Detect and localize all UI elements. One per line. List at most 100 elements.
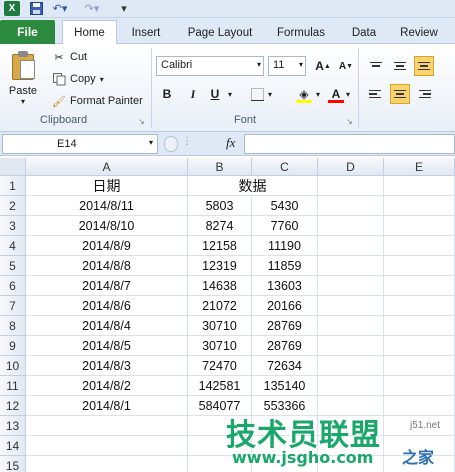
- column-header-c[interactable]: C: [252, 158, 318, 176]
- cell-d4[interactable]: [318, 236, 384, 256]
- cell-c3[interactable]: 7760: [252, 216, 318, 236]
- row-header-9[interactable]: 9: [0, 336, 26, 356]
- cell-e10[interactable]: [384, 356, 455, 376]
- cell-a1[interactable]: 日期: [26, 176, 188, 196]
- font-launcher-icon[interactable]: ↘: [346, 117, 353, 126]
- cell-e5[interactable]: [384, 256, 455, 276]
- cell-e6[interactable]: [384, 276, 455, 296]
- tab-data[interactable]: Data: [344, 22, 384, 44]
- redo-icon[interactable]: ↷▾: [84, 1, 100, 16]
- cell-b10[interactable]: 72470: [188, 356, 252, 376]
- row-header-15[interactable]: 15: [0, 456, 26, 472]
- cell-c7[interactable]: 20166: [252, 296, 318, 316]
- row-header-7[interactable]: 7: [0, 296, 26, 316]
- align-top-icon[interactable]: [366, 56, 386, 76]
- row-header-12[interactable]: 12: [0, 396, 26, 416]
- name-box[interactable]: E14 ▾: [2, 134, 158, 154]
- cell-d8[interactable]: [318, 316, 384, 336]
- cell-d5[interactable]: [318, 256, 384, 276]
- tab-page-layout[interactable]: Page Layout: [182, 22, 258, 44]
- cell-c2[interactable]: 5430: [252, 196, 318, 216]
- font-color-button[interactable]: A: [326, 84, 346, 104]
- cell-b2[interactable]: 5803: [188, 196, 252, 216]
- row-header-13[interactable]: 13: [0, 416, 26, 436]
- column-header-e[interactable]: E: [384, 158, 455, 176]
- row-header-6[interactable]: 6: [0, 276, 26, 296]
- row-header-11[interactable]: 11: [0, 376, 26, 396]
- copy-dropdown-icon[interactable]: ▾: [100, 75, 104, 84]
- cell-e9[interactable]: [384, 336, 455, 356]
- insert-function-button[interactable]: fx: [226, 135, 235, 151]
- tab-file[interactable]: File: [0, 20, 55, 44]
- underline-dropdown-icon[interactable]: ▾: [226, 84, 234, 104]
- underline-button[interactable]: U: [206, 84, 224, 104]
- fill-color-dropdown-icon[interactable]: ▾: [314, 84, 322, 104]
- italic-button[interactable]: I: [184, 84, 202, 104]
- cut-button[interactable]: ✂ Cut: [52, 48, 87, 66]
- cell-b3[interactable]: 8274: [188, 216, 252, 236]
- cell-a2[interactable]: 2014/8/11: [26, 196, 188, 216]
- cell-e3[interactable]: [384, 216, 455, 236]
- column-header-a[interactable]: A: [26, 158, 188, 176]
- tab-review[interactable]: Review: [394, 22, 444, 44]
- row-header-2[interactable]: 2: [0, 196, 26, 216]
- cell-e8[interactable]: [384, 316, 455, 336]
- borders-dropdown-icon[interactable]: ▾: [266, 84, 274, 104]
- cell-c4[interactable]: 11190: [252, 236, 318, 256]
- cell-c10[interactable]: 72634: [252, 356, 318, 376]
- column-header-d[interactable]: D: [318, 158, 384, 176]
- align-right-icon[interactable]: [414, 84, 434, 104]
- row-header-14[interactable]: 14: [0, 436, 26, 456]
- customize-toolbar-icon[interactable]: ▾: [116, 1, 132, 16]
- cell-a10[interactable]: 2014/8/3: [26, 356, 188, 376]
- cell-a15[interactable]: [26, 456, 188, 472]
- fill-color-icon[interactable]: ◈: [294, 84, 314, 104]
- tab-insert[interactable]: Insert: [124, 22, 168, 44]
- cell-c5[interactable]: 11859: [252, 256, 318, 276]
- cell-a7[interactable]: 2014/8/6: [26, 296, 188, 316]
- cell-d9[interactable]: [318, 336, 384, 356]
- decrease-font-size-icon[interactable]: A ▼: [336, 56, 356, 76]
- cell-d7[interactable]: [318, 296, 384, 316]
- cell-b6[interactable]: 14638: [188, 276, 252, 296]
- cell-c9[interactable]: 28769: [252, 336, 318, 356]
- row-header-4[interactable]: 4: [0, 236, 26, 256]
- paste-dropdown-icon[interactable]: ▾: [21, 97, 25, 106]
- format-painter-button[interactable]: 🖌 Format Painter: [52, 92, 143, 110]
- cell-e11[interactable]: [384, 376, 455, 396]
- select-all-corner[interactable]: [0, 158, 26, 176]
- cell-a12[interactable]: 2014/8/1: [26, 396, 188, 416]
- cell-a8[interactable]: 2014/8/4: [26, 316, 188, 336]
- name-box-dropdown-icon[interactable]: ▾: [149, 138, 153, 147]
- cell-a4[interactable]: 2014/8/9: [26, 236, 188, 256]
- align-center-icon[interactable]: [390, 84, 410, 104]
- cell-b4[interactable]: 12158: [188, 236, 252, 256]
- save-icon[interactable]: [28, 1, 44, 16]
- bold-button[interactable]: B: [158, 84, 176, 104]
- paste-button[interactable]: Paste ▾: [4, 48, 42, 106]
- align-bottom-icon[interactable]: [414, 56, 434, 76]
- increase-font-size-icon[interactable]: A ▲: [313, 56, 333, 76]
- cell-a11[interactable]: 2014/8/2: [26, 376, 188, 396]
- font-color-dropdown-icon[interactable]: ▾: [344, 84, 352, 104]
- cell-c8[interactable]: 28769: [252, 316, 318, 336]
- cell-a5[interactable]: 2014/8/8: [26, 256, 188, 276]
- font-name-select[interactable]: Calibri ▾: [156, 56, 264, 76]
- column-header-b[interactable]: B: [188, 158, 252, 176]
- cell-d1[interactable]: [318, 176, 384, 196]
- cell-e7[interactable]: [384, 296, 455, 316]
- copy-button[interactable]: Copy ▾: [52, 70, 104, 88]
- cell-b5[interactable]: 12319: [188, 256, 252, 276]
- cell-d2[interactable]: [318, 196, 384, 216]
- cell-e2[interactable]: [384, 196, 455, 216]
- cell-b11[interactable]: 142581: [188, 376, 252, 396]
- cell-a13[interactable]: [26, 416, 188, 436]
- cell-e1[interactable]: [384, 176, 455, 196]
- row-header-8[interactable]: 8: [0, 316, 26, 336]
- row-header-5[interactable]: 5: [0, 256, 26, 276]
- row-header-1[interactable]: 1: [0, 176, 26, 196]
- tab-home[interactable]: Home: [62, 20, 117, 45]
- cell-a14[interactable]: [26, 436, 188, 456]
- formula-bar-splitter[interactable]: [164, 136, 178, 152]
- align-middle-icon[interactable]: [390, 56, 410, 76]
